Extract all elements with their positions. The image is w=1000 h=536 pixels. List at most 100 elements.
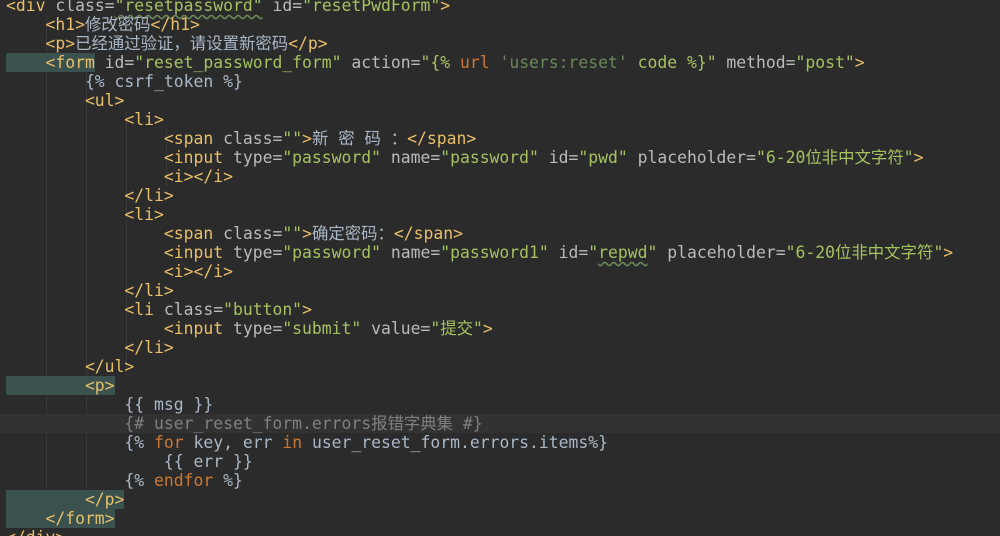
code-token: class= — [163, 300, 224, 319]
code-token: "" — [282, 129, 303, 148]
code-token: {% — [6, 433, 155, 452]
code-token: "password" — [440, 148, 539, 167]
code-token: "resetpassword" — [114, 0, 263, 15]
code-token: endfor — [154, 471, 214, 490]
code-line[interactable]: <span class="">确定密码：</span> — [0, 224, 1000, 243]
code-line[interactable]: </form> — [0, 509, 1000, 528]
code-token: code %}" — [627, 53, 717, 72]
code-token: "post" — [795, 53, 855, 72]
code-token: {% — [6, 471, 155, 490]
code-editor[interactable]: <div class="resetpassword" id="resetPwdF… — [0, 0, 1000, 536]
code-token: key, err — [183, 433, 283, 452]
code-token: name= — [381, 148, 441, 167]
code-token: "button" — [223, 300, 303, 319]
code-line[interactable]: <div class="resetpassword" id="resetPwdF… — [0, 0, 1000, 15]
code-token: 已经通过验证，请设置新密码 — [75, 34, 289, 53]
code-token: </li> — [6, 338, 174, 357]
code-line[interactable]: <p> — [0, 376, 1000, 395]
code-line-text: </li> — [6, 281, 174, 300]
code-token: in — [282, 433, 303, 452]
code-token: class= — [55, 0, 115, 15]
code-token: {% csrf_token %} — [6, 72, 243, 91]
code-line-text: {% for key, err in user_reset_form.error… — [6, 433, 608, 452]
code-line[interactable]: <li> — [0, 205, 1000, 224]
code-line-text: <p>已经通过验证，请设置新密码</p> — [6, 34, 327, 53]
code-token: id= — [262, 0, 303, 15]
code-token: placeholder= — [657, 243, 786, 262]
code-token: </li> — [6, 281, 174, 300]
code-line[interactable]: <input type="password" name="password1" … — [0, 243, 1000, 262]
code-token: 修改密码 — [84, 15, 151, 34]
code-line[interactable]: <ul> — [0, 91, 1000, 110]
code-token: class= — [223, 224, 283, 243]
code-line-text: <input type="submit" value="提交"> — [6, 319, 493, 338]
code-line-text: <li> — [6, 205, 164, 224]
code-token: {# user_reset_form.errors报错字典集 #} — [6, 414, 483, 433]
code-token: 新 密 码 ： — [311, 129, 408, 148]
code-token: {{ msg }} — [6, 395, 214, 414]
code-token: > — [302, 300, 312, 319]
code-token: method= — [716, 53, 796, 72]
code-line[interactable]: {% endfor %} — [0, 471, 1000, 490]
code-line[interactable]: </li> — [0, 186, 1000, 205]
code-line[interactable]: <i></i> — [0, 167, 1000, 186]
code-line-text: <i></i> — [6, 167, 233, 186]
code-token: "submit" — [282, 319, 362, 338]
code-line[interactable]: </li> — [0, 281, 1000, 300]
code-token: "resetPwdForm" — [302, 0, 441, 15]
code-line-text: {% csrf_token %} — [6, 72, 243, 91]
code-token: </h1> — [150, 15, 200, 34]
code-token: "提交" — [430, 319, 483, 338]
code-line-text: {% endfor %} — [6, 471, 243, 490]
code-line-text: {{ msg }} — [6, 395, 213, 414]
code-line[interactable]: <form id="reset_password_form" action="{… — [0, 53, 1000, 72]
code-token: id= — [538, 148, 579, 167]
code-token: "" — [282, 224, 303, 243]
code-line-text: <form id="reset_password_form" action="{… — [6, 53, 865, 72]
code-line-text: {# user_reset_form.errors报错字典集 #} — [6, 414, 483, 433]
code-token: <li> — [6, 205, 164, 224]
code-token: > — [302, 129, 312, 148]
code-line-text: {{ err }} — [6, 452, 253, 471]
code-line[interactable]: {% for key, err in user_reset_form.error… — [0, 433, 1000, 452]
code-token: "password" — [282, 148, 381, 167]
code-line[interactable]: {{ err }} — [0, 452, 1000, 471]
code-token: action= — [341, 53, 421, 72]
code-token: %} — [213, 471, 243, 490]
code-line[interactable]: <i></i> — [0, 262, 1000, 281]
code-token: </form> — [6, 509, 115, 528]
code-token: <form — [6, 53, 95, 72]
code-line-text: <i></i> — [6, 262, 233, 281]
code-token: </div> — [6, 528, 65, 536]
code-line[interactable]: <h1>修改密码</h1> — [0, 15, 1000, 34]
code-line[interactable]: </div> — [0, 528, 1000, 536]
code-token: type= — [232, 243, 283, 262]
code-line[interactable]: {% csrf_token %} — [0, 72, 1000, 91]
code-token: <p> — [6, 376, 115, 395]
code-token: </span> — [393, 224, 463, 243]
code-line-current[interactable]: {# user_reset_form.errors报错字典集 #} — [0, 414, 1000, 433]
code-line[interactable]: <p>已经通过验证，请设置新密码</p> — [0, 34, 1000, 53]
code-token: "password" — [282, 243, 381, 262]
code-token: url — [459, 53, 500, 72]
code-token: > — [854, 53, 865, 72]
code-line-text: <li> — [6, 110, 163, 129]
code-line[interactable]: </li> — [0, 338, 1000, 357]
code-token: <ul> — [6, 91, 125, 110]
code-line-text: <li class="button"> — [6, 300, 312, 319]
code-line[interactable]: </ul> — [0, 357, 1000, 376]
code-line[interactable]: {{ msg }} — [0, 395, 1000, 414]
code-line[interactable]: <input type="submit" value="提交"> — [0, 319, 1000, 338]
code-token: "6-20位非中文字符" — [756, 148, 914, 167]
code-line-text: <div class="resetpassword" id="resetPwdF… — [6, 0, 450, 15]
code-line-text: <h1>修改密码</h1> — [6, 15, 200, 34]
code-token: "6-20位非中文字符" — [785, 243, 944, 262]
code-token: "reset_password_form" — [134, 53, 342, 72]
code-line[interactable]: </p> — [0, 490, 1000, 509]
code-line[interactable]: <input type="password" name="password" i… — [0, 148, 1000, 167]
code-line[interactable]: <li class="button"> — [0, 300, 1000, 319]
code-line-text: </form> — [6, 509, 115, 528]
code-line[interactable]: <li> — [0, 110, 1000, 129]
code-line[interactable]: <span class="">新 密 码 ：</span> — [0, 129, 1000, 148]
code-token: 'users:reset' — [499, 53, 628, 72]
